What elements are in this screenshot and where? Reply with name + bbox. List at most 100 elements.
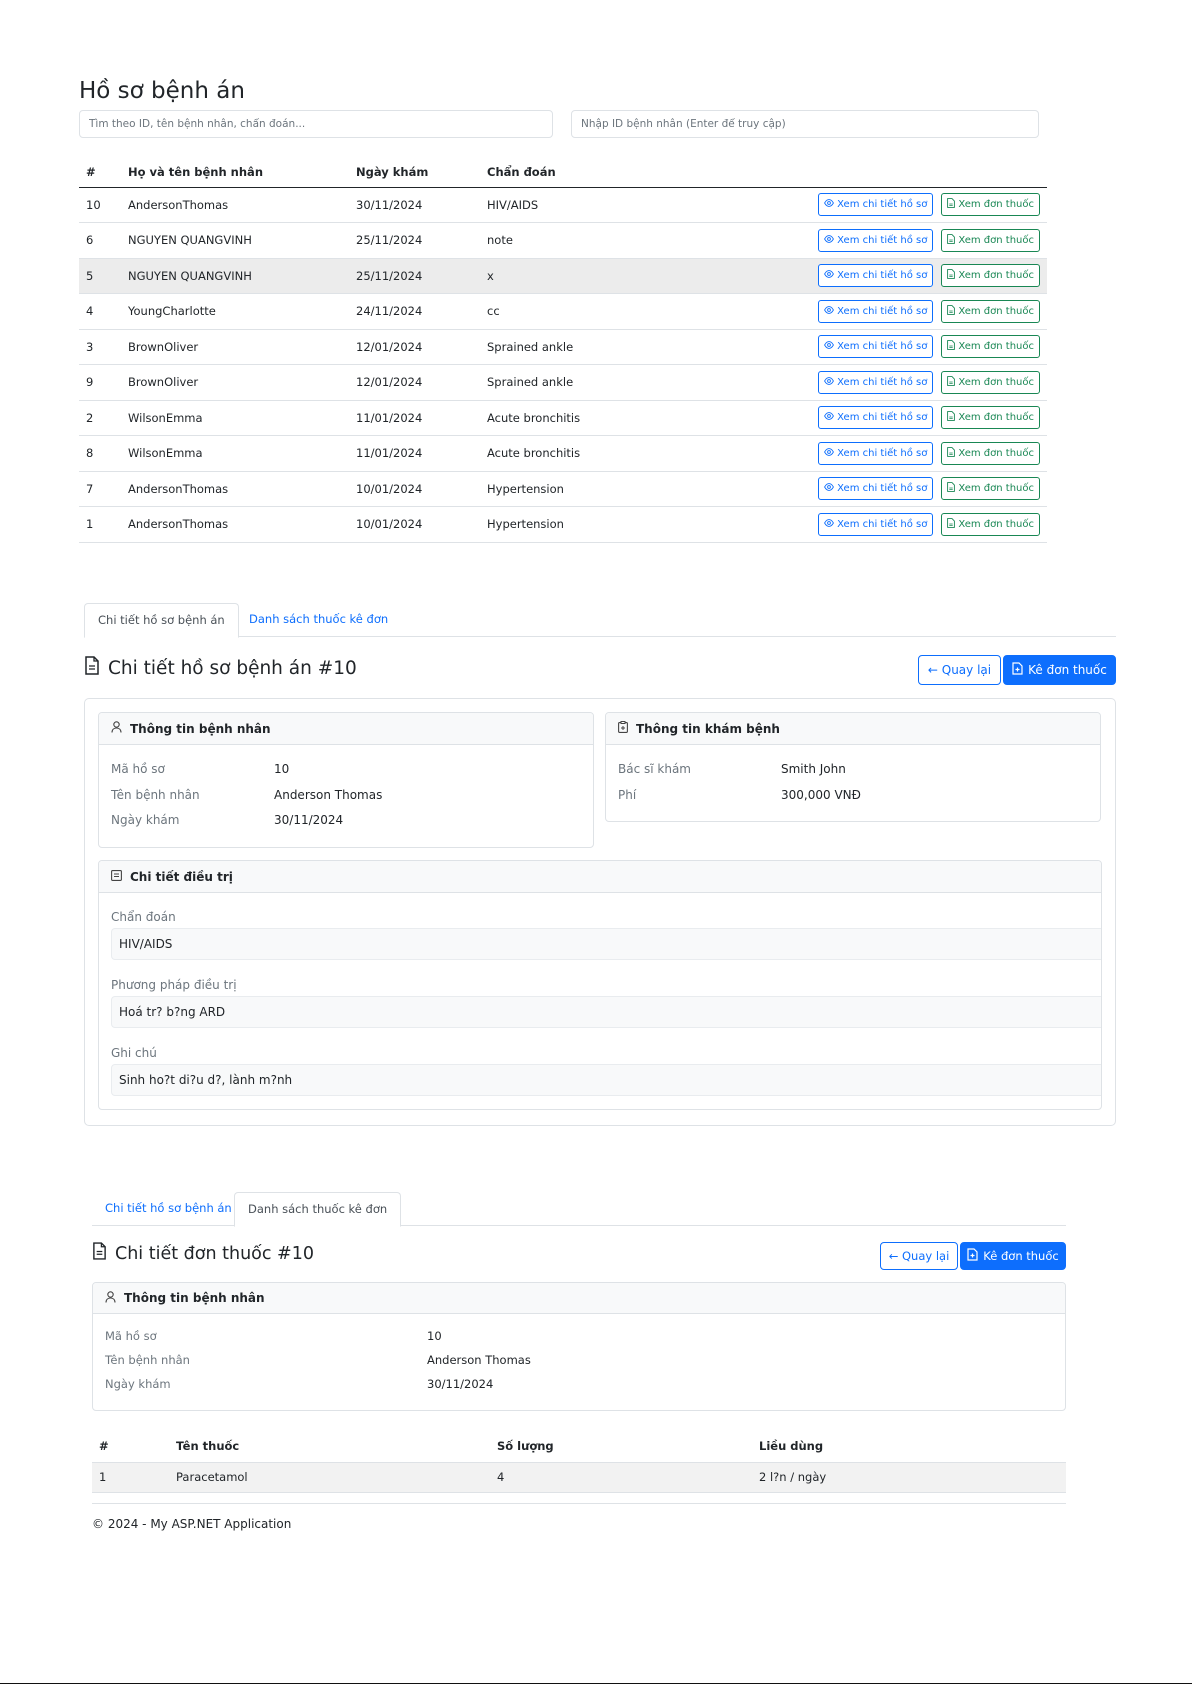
- document-icon: [92, 1242, 107, 1265]
- column-header-quantity: Số lượng: [490, 1430, 752, 1463]
- view-prescription-button[interactable]: Xem đơn thuốc: [941, 370, 1040, 394]
- view-prescription-button[interactable]: Xem đơn thuốc: [941, 335, 1040, 359]
- diagnosis: Acute bronchitis: [480, 435, 700, 472]
- file-icon: [947, 411, 956, 424]
- view-prescription-button[interactable]: Xem đơn thuốc: [941, 477, 1040, 501]
- record-id: 2: [79, 400, 121, 436]
- person-icon: [111, 721, 122, 736]
- column-header-diagnosis: Chẩn đoán: [480, 157, 700, 188]
- view-record-button[interactable]: Xem chi tiết hồ sơ: [818, 335, 934, 359]
- view-record-button[interactable]: Xem chi tiết hồ sơ: [818, 441, 934, 465]
- view-prescription-label: Xem đơn thuốc: [958, 412, 1034, 424]
- table-row: 1 AndersonThomas 10/01/2024 Hypertension Xem…: [79, 506, 1047, 543]
- view-record-button[interactable]: Xem chi tiết hồ sơ: [818, 370, 934, 394]
- treatment-card: Chi tiết điều trị Chẩn đoán HIV/AIDS Phư…: [98, 860, 1102, 1110]
- document-icon: [84, 656, 100, 680]
- doctor-value: Smith John: [781, 762, 846, 776]
- diagnosis: x: [480, 258, 700, 294]
- diagnosis: Acute bronchitis: [480, 400, 700, 436]
- patient-info-card: Thông tin bệnh nhân Mã hồ sơ 10 Tên bệnh…: [98, 712, 594, 848]
- prescription-header-row: # Tên thuốc Số lượng Liều dùng: [92, 1430, 1066, 1463]
- patient-name-label: Tên bệnh nhân: [111, 788, 200, 802]
- diagnosis: Sprained ankle: [480, 364, 700, 401]
- view-prescription-button[interactable]: Xem đơn thuốc: [941, 512, 1040, 536]
- prescription-patient-title: Thông tin bệnh nhân: [124, 1291, 265, 1305]
- view-prescription-label: Xem đơn thuốc: [958, 341, 1034, 353]
- prescribe-button[interactable]: Kê đơn thuốc: [1003, 655, 1116, 685]
- file-plus-icon: [1012, 662, 1023, 678]
- column-header-drug: Tên thuốc: [169, 1430, 490, 1463]
- exam-info-title: Thông tin khám bệnh: [636, 721, 780, 736]
- eye-icon: [824, 234, 835, 246]
- back-button[interactable]: ← Quay lại: [918, 655, 1001, 685]
- record-id: 5: [79, 258, 121, 294]
- tab-record-detail[interactable]: Chi tiết hồ sơ bệnh án: [92, 1192, 245, 1226]
- exam-date: 10/01/2024: [349, 471, 480, 507]
- view-prescription-button[interactable]: Xem đơn thuốc: [941, 406, 1040, 430]
- patient-name: BrownOliver: [121, 364, 349, 401]
- view-record-button[interactable]: Xem chi tiết hồ sơ: [818, 406, 934, 430]
- patient-id-input[interactable]: [571, 110, 1039, 138]
- row-actions: Xem chi tiết hồ sơ Xem đơn thuốc: [700, 222, 1047, 259]
- diagnosis-field: HIV/AIDS: [111, 928, 1101, 960]
- exam-date: 12/01/2024: [349, 364, 480, 401]
- view-record-label: Xem chi tiết hồ sơ: [837, 412, 928, 424]
- back-button[interactable]: ← Quay lại: [880, 1242, 958, 1270]
- drug-dosage: 2 l?n / ngày: [752, 1462, 1066, 1493]
- file-icon: [947, 517, 956, 531]
- view-prescription-label: Xem đơn thuốc: [958, 518, 1034, 530]
- view-prescription-button[interactable]: Xem đơn thuốc: [941, 264, 1040, 288]
- diagnosis: Hypertension: [480, 506, 700, 543]
- view-record-button[interactable]: Xem chi tiết hồ sơ: [818, 228, 934, 252]
- tab-prescription-list[interactable]: Danh sách thuốc kê đơn: [234, 1192, 402, 1227]
- patient-name: AndersonThomas: [121, 471, 349, 507]
- prescribe-label: Kê đơn thuốc: [983, 1249, 1059, 1263]
- view-prescription-button[interactable]: Xem đơn thuốc: [941, 193, 1040, 217]
- view-record-button[interactable]: Xem chi tiết hồ sơ: [818, 477, 934, 501]
- diagnosis: cc: [480, 293, 700, 330]
- patient-info-title: Thông tin bệnh nhân: [130, 721, 271, 736]
- view-prescription-button[interactable]: Xem đơn thuốc: [941, 441, 1040, 465]
- prescription-title: Chi tiết đơn thuốc #10: [115, 1243, 314, 1264]
- table-row: 3 BrownOliver 12/01/2024 Sprained ankle Xem …: [79, 329, 1047, 365]
- view-prescription-button[interactable]: Xem đơn thuốc: [941, 228, 1040, 252]
- record-id: 8: [79, 435, 121, 472]
- view-prescription-label: Xem đơn thuốc: [958, 376, 1034, 388]
- view-record-label: Xem chi tiết hồ sơ: [837, 270, 928, 282]
- prescribe-button[interactable]: Kê đơn thuốc: [960, 1242, 1066, 1270]
- record-id-value: 10: [427, 1329, 442, 1343]
- exam-info-card: Thông tin khám bệnh Bác sĩ khám Smith Jo…: [605, 712, 1101, 822]
- file-plus-icon: [967, 1248, 978, 1264]
- eye-icon: [824, 447, 835, 459]
- prescription-table: # Tên thuốc Số lượng Liều dùng 1 Paracet…: [92, 1430, 1066, 1493]
- exam-date: 30/11/2024: [349, 187, 480, 223]
- tab-record-detail[interactable]: Chi tiết hồ sơ bệnh án: [84, 603, 239, 638]
- exam-date-label: Ngày khám: [105, 1377, 171, 1391]
- view-record-button[interactable]: Xem chi tiết hồ sơ: [818, 193, 934, 217]
- eye-icon: [824, 199, 835, 210]
- view-prescription-label: Xem đơn thuốc: [958, 483, 1034, 495]
- clipboard-list-icon: [111, 869, 122, 884]
- view-record-label: Xem chi tiết hồ sơ: [837, 341, 928, 353]
- tab-prescription-list[interactable]: Danh sách thuốc kê đơn: [236, 603, 401, 637]
- patient-name: NGUYEN QUANGVINH: [121, 258, 349, 294]
- prescribe-label: Kê đơn thuốc: [1028, 663, 1107, 677]
- row-actions: Xem chi tiết hồ sơ Xem đơn thuốc: [700, 471, 1047, 507]
- patient-name: NGUYEN QUANGVINH: [121, 222, 349, 259]
- search-input[interactable]: [79, 110, 553, 138]
- exam-date: 25/11/2024: [349, 222, 480, 259]
- page-bottom-border: [0, 1683, 1192, 1684]
- record-detail-card: Thông tin bệnh nhân Mã hồ sơ 10 Tên bệnh…: [84, 698, 1116, 1126]
- view-record-button[interactable]: Xem chi tiết hồ sơ: [818, 512, 934, 536]
- drug-no: 1: [92, 1462, 169, 1493]
- record-id-label: Mã hồ sơ: [105, 1329, 157, 1343]
- view-record-button[interactable]: Xem chi tiết hồ sơ: [818, 299, 934, 323]
- prescription-patient-card: Thông tin bệnh nhân Mã hồ sơ 10 Tên bệnh…: [92, 1282, 1066, 1411]
- view-record-button[interactable]: Xem chi tiết hồ sơ: [818, 264, 934, 288]
- detail-tabs: Chi tiết hồ sơ bệnh án Danh sách thuốc k…: [84, 603, 1116, 638]
- view-prescription-button[interactable]: Xem đơn thuốc: [941, 299, 1040, 323]
- view-prescription-label: Xem đơn thuốc: [958, 234, 1034, 246]
- fee-label: Phí: [618, 788, 637, 802]
- table-row: 4 YoungCharlotte 24/11/2024 cc Xem chi tiết …: [79, 293, 1047, 330]
- patient-name-value: Anderson Thomas: [427, 1353, 531, 1367]
